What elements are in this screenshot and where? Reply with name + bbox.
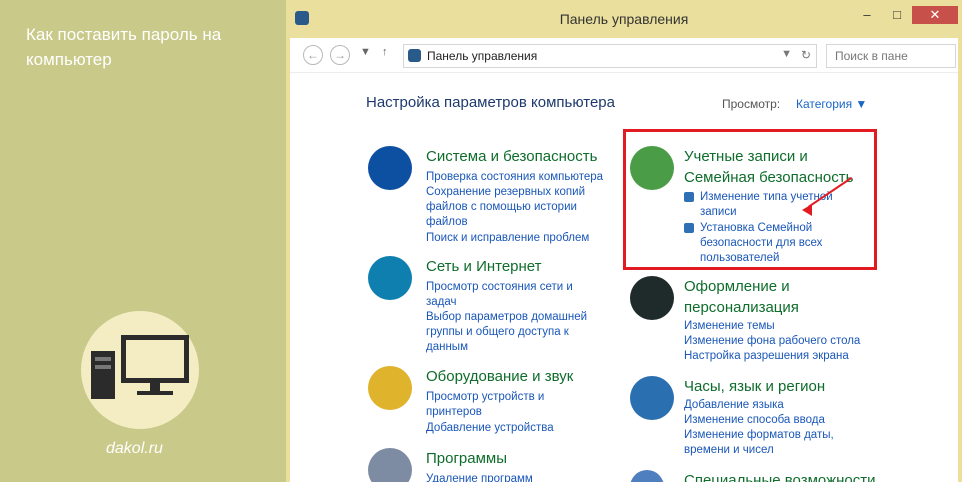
address-path[interactable]: Панель управления ▼ ↻	[403, 44, 817, 68]
title-bar: Панель управления – □ ✕	[286, 0, 962, 38]
category-link[interactable]: времени и чисел	[684, 443, 774, 458]
category-link[interactable]: принтеров	[426, 405, 482, 420]
category-link[interactable]: Проверка состояния компьютера	[426, 170, 603, 185]
monitor-icon	[630, 276, 674, 320]
promo-panel: Как поставить пароль на компьютер dakol.…	[0, 0, 286, 482]
forward-button[interactable]: →	[330, 45, 350, 65]
category-title[interactable]: Оформление и	[684, 276, 790, 297]
search-field[interactable]: Поиск в пане	[826, 44, 956, 68]
category-link[interactable]: Изменение фона рабочего стола	[684, 334, 860, 349]
view-dropdown[interactable]: Категория ▼	[796, 97, 867, 111]
clock-globe-icon	[630, 376, 674, 420]
arrow-head-icon	[802, 204, 812, 216]
search-placeholder: Поиск в пане	[835, 49, 908, 63]
path-text: Панель управления	[427, 49, 538, 63]
computer-icon	[91, 335, 189, 399]
category-link[interactable]: Сохранение резервных копий	[426, 185, 585, 200]
category-link[interactable]: Выбор параметров домашней	[426, 310, 587, 325]
category-link[interactable]: Изменение темы	[684, 319, 775, 334]
history-dropdown[interactable]: ▼	[360, 46, 371, 58]
category-link[interactable]: группы и общего доступа к	[426, 325, 569, 340]
path-dropdown[interactable]: ▼	[781, 48, 792, 60]
category-link[interactable]: задач	[426, 295, 457, 310]
back-button[interactable]: ←	[303, 45, 323, 65]
category-link[interactable]: Добавление устройства	[426, 421, 554, 436]
view-label: Просмотр:	[722, 97, 781, 111]
control-panel-window: Панель управления – □ ✕ ← → ▼ ↑ Панель у…	[286, 0, 962, 482]
promo-title: Как поставить пароль на компьютер	[26, 25, 222, 69]
category-link[interactable]: Добавление языка	[684, 398, 784, 413]
category-title[interactable]: Программы	[426, 448, 507, 469]
network-globe-icon	[368, 256, 412, 300]
minimize-button[interactable]: –	[852, 6, 882, 24]
category-title[interactable]: Система и безопасность	[426, 146, 597, 167]
programs-icon	[368, 448, 412, 482]
close-button[interactable]: ✕	[912, 6, 958, 24]
category-link[interactable]: Поиск и исправление проблем	[426, 231, 589, 246]
category-link[interactable]: Изменение форматов даты,	[684, 428, 834, 443]
category-title[interactable]: Оборудование и звук	[426, 366, 573, 387]
category-title[interactable]: персонализация	[684, 297, 799, 318]
site-name: dakol.ru	[106, 440, 163, 457]
security-shield-icon	[368, 146, 412, 190]
category-link[interactable]: данным	[426, 340, 468, 355]
window-content: ← → ▼ ↑ Панель управления ▼ ↻ Поиск в па…	[290, 38, 958, 482]
page-title: Настройка параметров компьютера	[366, 94, 615, 111]
category-link[interactable]: файлов	[426, 215, 468, 230]
refresh-button[interactable]: ↻	[801, 48, 811, 62]
category-link[interactable]: Просмотр состояния сети и	[426, 280, 573, 295]
computer-logo	[81, 311, 199, 429]
category-title[interactable]: Часы, язык и регион	[684, 376, 825, 397]
category-link[interactable]: Просмотр устройств и	[426, 390, 544, 405]
category-link[interactable]: файлов с помощью истории	[426, 200, 577, 215]
category-link[interactable]: Настройка разрешения экрана	[684, 349, 849, 364]
up-button[interactable]: ↑	[382, 46, 388, 58]
highlight-frame	[623, 129, 877, 270]
category-link[interactable]: Изменение способа ввода	[684, 413, 825, 428]
category-title[interactable]: Специальные возможности	[684, 470, 876, 482]
category-link[interactable]: Удаление программ	[426, 472, 533, 482]
category-title[interactable]: Сеть и Интернет	[426, 256, 542, 277]
screenshot: Как поставить пароль на компьютер dakol.…	[0, 0, 962, 482]
printer-icon	[368, 366, 412, 410]
control-panel-icon	[408, 49, 421, 62]
maximize-button[interactable]: □	[882, 6, 912, 24]
address-bar: ← → ▼ ↑ Панель управления ▼ ↻ Поиск в па…	[290, 38, 958, 73]
accessibility-icon	[630, 470, 664, 482]
